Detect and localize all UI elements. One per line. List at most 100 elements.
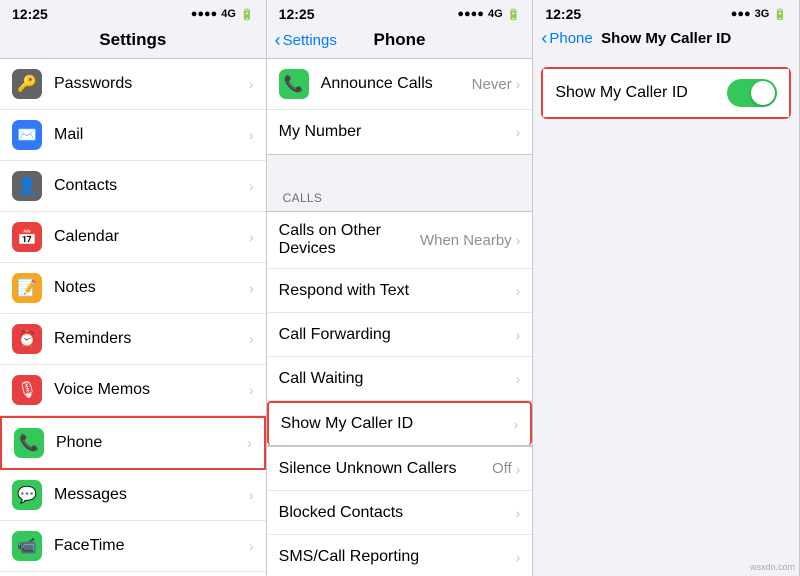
battery-icon-3: 🔋 — [773, 8, 787, 21]
mail-chevron: › — [249, 127, 254, 143]
signal-icon-2: ●●●● — [457, 8, 484, 20]
phone-item-calls-other[interactable]: Calls on Other DevicesWhen Nearby› — [267, 212, 533, 269]
caller-id-content: Show My Caller ID — [533, 55, 799, 576]
network-icon-2: 4G — [488, 8, 503, 20]
sms-label: SMS/Call Reporting — [279, 548, 516, 566]
time-1: 12:25 — [12, 6, 48, 22]
contacts-chevron: › — [249, 178, 254, 194]
battery-icon-2: 🔋 — [507, 8, 521, 21]
phone-item-respond-text[interactable]: Respond with Text› — [267, 269, 533, 313]
settings-list-1[interactable]: 🔑Passwords›✉️Mail›👤Contacts›📅Calendar›📝N… — [0, 58, 266, 576]
phone-item-silence[interactable]: Silence Unknown CallersOff› — [267, 447, 533, 491]
phone-label: Phone — [56, 434, 247, 452]
status-icons-1: ●●●● 4G 🔋 — [191, 8, 254, 21]
respond-text-label: Respond with Text — [279, 282, 516, 300]
phone-item-blocked[interactable]: Blocked Contacts› — [267, 491, 533, 535]
calendar-chevron: › — [249, 229, 254, 245]
settings-item-notes[interactable]: 📝Notes› — [0, 263, 266, 314]
caller-id-label: Show My Caller ID — [555, 84, 727, 102]
settings-item-voice[interactable]: 🎙 Voice Memos› — [0, 365, 266, 416]
reminders-icon: ⏰ — [12, 324, 42, 354]
status-bar-1: 12:25 ●●●● 4G 🔋 — [0, 0, 266, 26]
phone-item-call-forward[interactable]: Call Forwarding› — [267, 313, 533, 357]
phone-item-mynumber[interactable]: My Number› — [267, 110, 533, 154]
mail-icon: ✉️ — [12, 120, 42, 150]
passwords-icon: 🔑 — [12, 69, 42, 99]
voice-label: Voice Memos — [54, 381, 249, 399]
notes-chevron: › — [249, 280, 254, 296]
panel-settings: 12:25 ●●●● 4G 🔋 Settings 🔑Passwords›✉️Ma… — [0, 0, 267, 576]
phone-item-call-waiting[interactable]: Call Waiting› — [267, 357, 533, 401]
panel-caller-id: 12:25 ●●● 3G 🔋 ‹ Phone Show My Caller ID… — [533, 0, 800, 576]
calls-other-label: Calls on Other Devices — [279, 222, 420, 258]
settings-item-safari[interactable]: 🧭Safari› — [0, 572, 266, 576]
mynumber-label: My Number — [279, 123, 516, 141]
phone-group-0: 📞Announce CallsNever›My Number› — [267, 58, 533, 155]
back-button-3[interactable]: ‹ Phone — [541, 28, 592, 49]
call-waiting-label: Call Waiting — [279, 370, 516, 388]
settings-item-reminders[interactable]: ⏰Reminders› — [0, 314, 266, 365]
silence-value: Off — [492, 460, 512, 477]
settings-item-mail[interactable]: ✉️Mail› — [0, 110, 266, 161]
back-chevron-3: ‹ — [541, 28, 547, 49]
call-waiting-chevron: › — [516, 371, 521, 387]
call-forward-chevron: › — [516, 327, 521, 343]
contacts-icon: 👤 — [12, 171, 42, 201]
blocked-chevron: › — [516, 505, 521, 521]
back-chevron-2: ‹ — [275, 30, 281, 51]
nav-bar-3: ‹ Phone Show My Caller ID — [533, 26, 799, 55]
signal-icon-3: ●●● — [731, 8, 751, 20]
settings-item-passwords[interactable]: 🔑 Passwords› — [0, 59, 266, 110]
settings-item-facetime[interactable]: 📹FaceTime› — [0, 521, 266, 572]
nav-title-2: Phone — [374, 30, 426, 50]
voice-chevron: › — [249, 382, 254, 398]
settings-item-calendar[interactable]: 📅 Calendar› — [0, 212, 266, 263]
calendar-label: Calendar — [54, 228, 249, 246]
status-bar-2: 12:25 ●●●● 4G 🔋 — [267, 0, 533, 26]
respond-text-chevron: › — [516, 283, 521, 299]
back-label-2: Settings — [283, 32, 337, 49]
messages-chevron: › — [249, 487, 254, 503]
phone-item-show-caller[interactable]: Show My Caller ID› — [267, 401, 533, 445]
phone-item-sms[interactable]: SMS/Call Reporting› — [267, 535, 533, 576]
phone-group-2: Silence Unknown CallersOff›Blocked Conta… — [267, 446, 533, 576]
caller-id-toggle[interactable] — [727, 79, 777, 107]
passwords-label: Passwords — [54, 75, 249, 93]
status-icons-2: ●●●● 4G 🔋 — [457, 8, 520, 21]
nav-bar-2: ‹ Settings Phone — [267, 26, 533, 58]
list-group-main: 🔑Passwords›✉️Mail›👤Contacts›📅Calendar›📝N… — [0, 58, 266, 576]
settings-item-messages[interactable]: 💬Messages› — [0, 470, 266, 521]
show-caller-chevron: › — [514, 416, 519, 432]
show-caller-label: Show My Caller ID — [281, 415, 514, 433]
facetime-label: FaceTime — [54, 537, 249, 555]
back-button-2[interactable]: ‹ Settings — [275, 30, 337, 51]
section-header-1: CALLS — [267, 175, 533, 211]
phone-chevron: › — [247, 435, 252, 451]
calendar-icon: 📅 — [12, 222, 42, 252]
announce-value: Never — [472, 76, 512, 93]
nav-title-1: Settings — [99, 30, 166, 50]
caller-id-item[interactable]: Show My Caller ID — [543, 69, 789, 117]
watermark: wsxdn.com — [750, 562, 795, 572]
notes-label: Notes — [54, 279, 249, 297]
settings-item-phone[interactable]: 📞Phone› — [0, 416, 266, 470]
silence-label: Silence Unknown Callers — [279, 460, 492, 478]
sms-chevron: › — [516, 549, 521, 565]
phone-settings-list[interactable]: 📞Announce CallsNever›My Number›CALLSCall… — [267, 58, 533, 576]
reminders-label: Reminders — [54, 330, 249, 348]
silence-chevron: › — [516, 461, 521, 477]
phone-item-announce[interactable]: 📞Announce CallsNever› — [267, 59, 533, 110]
phone-group-1: Calls on Other DevicesWhen Nearby›Respon… — [267, 211, 533, 446]
time-2: 12:25 — [279, 6, 315, 22]
announce-chevron: › — [516, 76, 521, 92]
passwords-chevron: › — [249, 76, 254, 92]
announce-icon: 📞 — [279, 69, 309, 99]
signal-icon-1: ●●●● — [191, 8, 218, 20]
contacts-label: Contacts — [54, 177, 249, 195]
voice-icon: 🎙 — [12, 375, 42, 405]
settings-item-contacts[interactable]: 👤 Contacts› — [0, 161, 266, 212]
caller-id-box: Show My Caller ID — [541, 67, 791, 119]
facetime-icon: 📹 — [12, 531, 42, 561]
calls-other-value: When Nearby — [420, 232, 512, 249]
panel-phone: 12:25 ●●●● 4G 🔋 ‹ Settings Phone 📞Announ… — [267, 0, 534, 576]
